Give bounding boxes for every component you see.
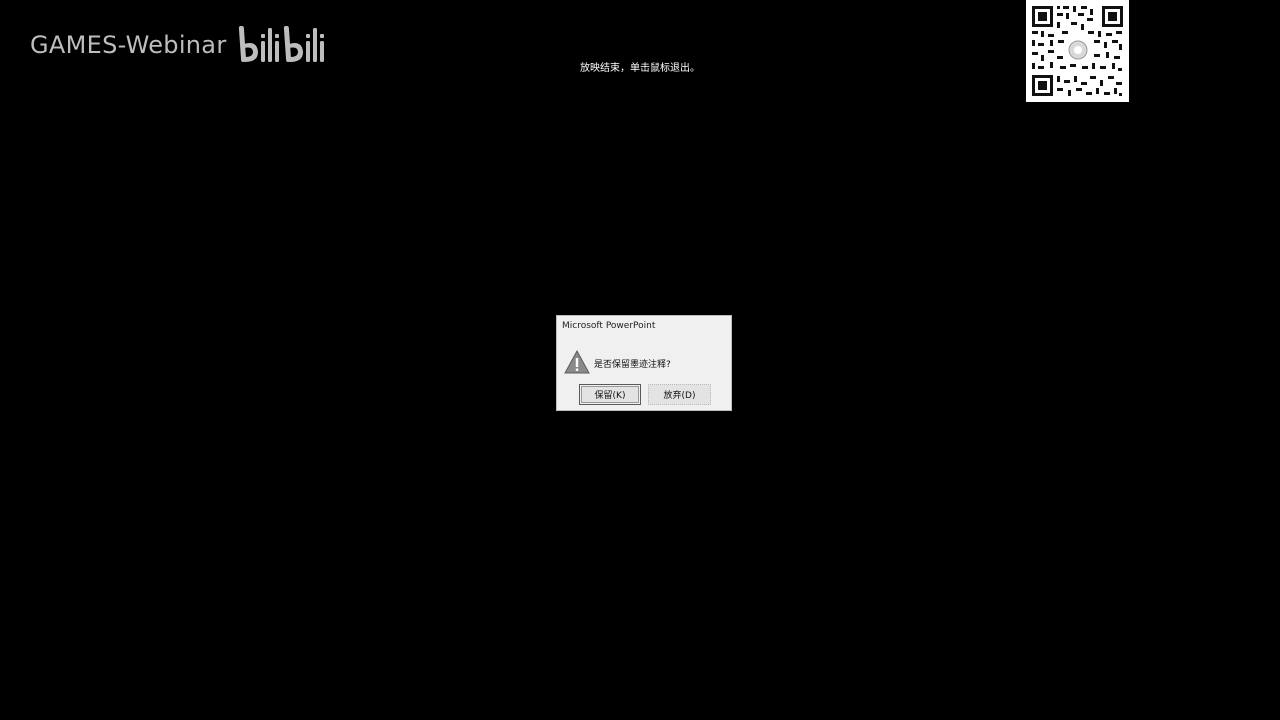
slideshow-screen[interactable]: GAMES-Webinar 放映结束，单击鼠标退出。 Microsoft Pow…: [0, 0, 1280, 720]
save-ink-dialog: Microsoft PowerPoint 是否保留墨迹注释? 保留(K) 放弃(…: [556, 315, 732, 411]
discard-button-label: 放弃(D): [663, 391, 696, 401]
keep-button[interactable]: 保留(K): [579, 384, 641, 405]
dialog-message: 是否保留墨迹注释?: [594, 360, 671, 370]
qr-code: [1026, 0, 1129, 102]
keep-button-label: 保留(K): [594, 391, 626, 401]
watermark-text: GAMES-Webinar: [30, 31, 227, 59]
discard-button[interactable]: 放弃(D): [648, 384, 711, 405]
warning-icon: [564, 350, 590, 374]
dialog-title: Microsoft PowerPoint: [562, 321, 656, 331]
qr-code-graphic: [1026, 0, 1129, 102]
